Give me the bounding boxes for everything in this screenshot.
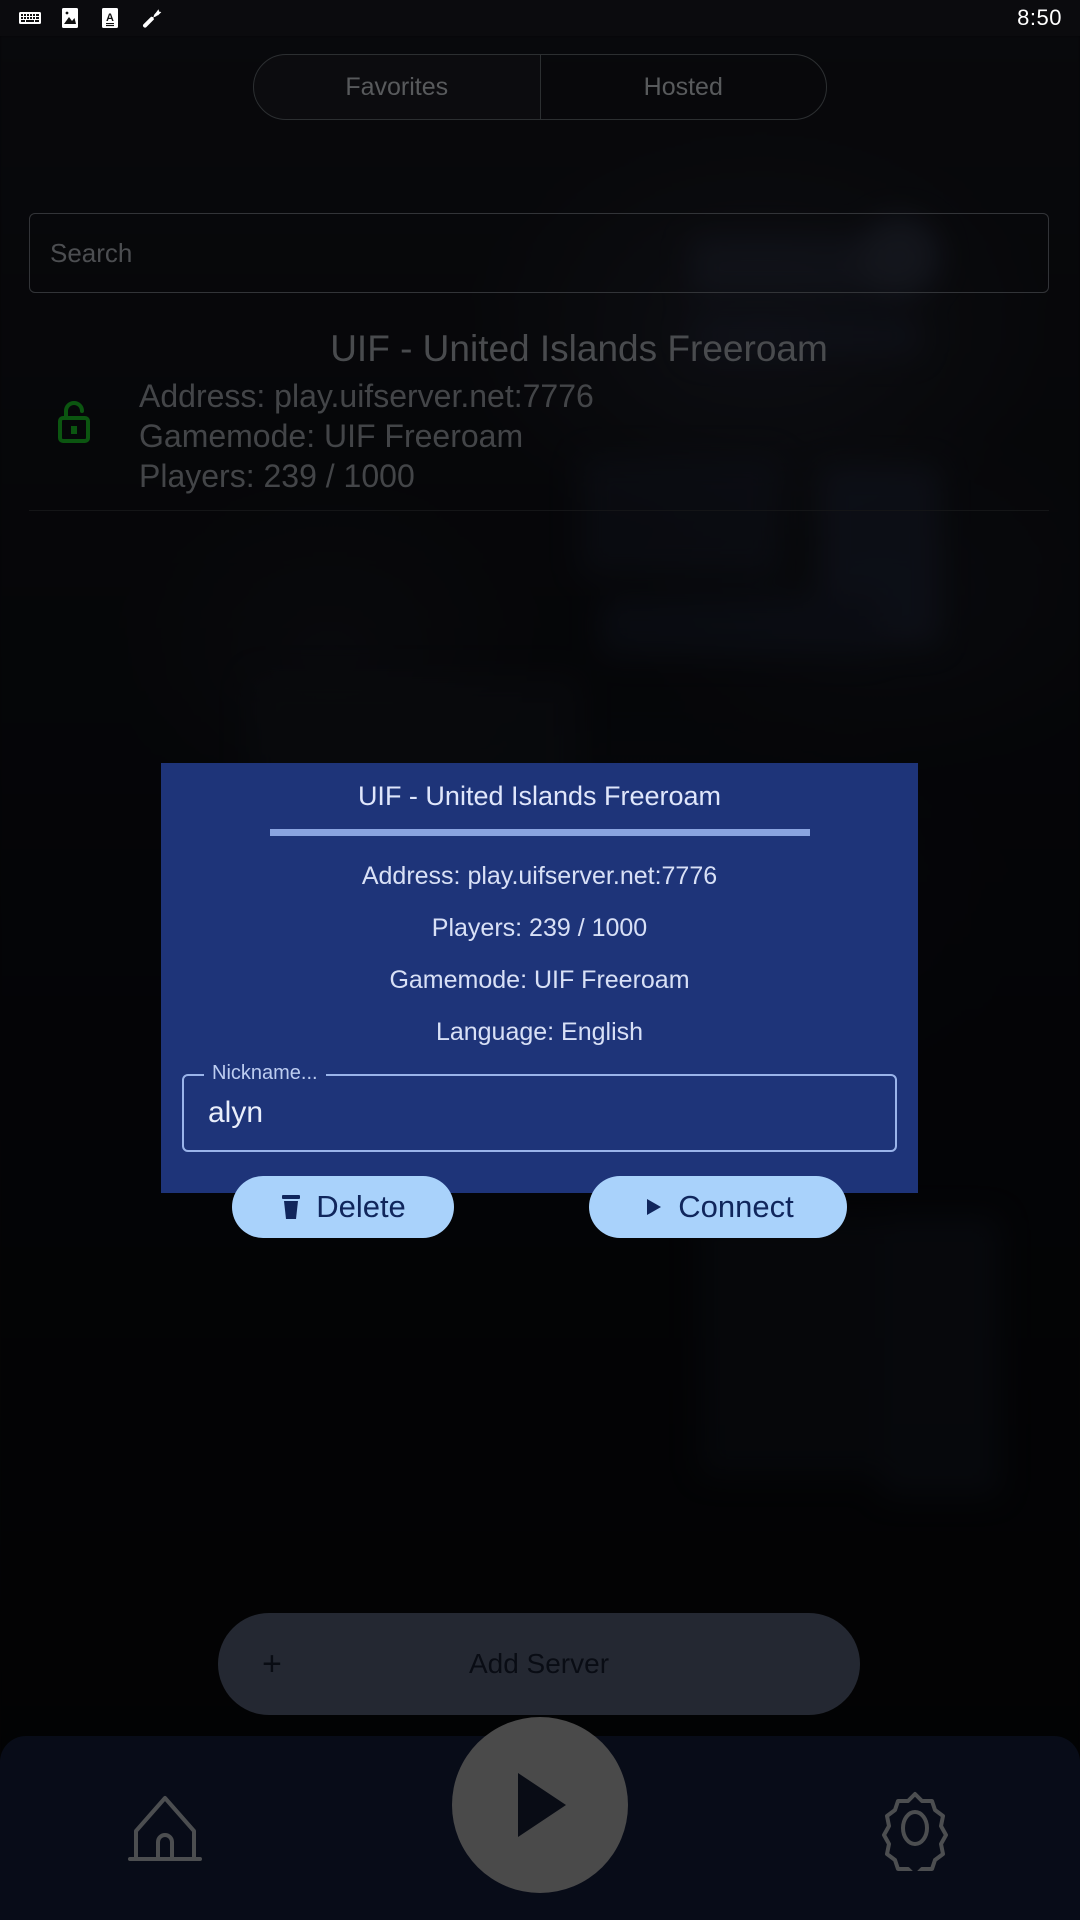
- dialog-title: UIF - United Islands Freeroam: [357, 781, 722, 811]
- app-screen: Favorites Hosted Search UIF - United Isl…: [0, 0, 1080, 1920]
- text-format-icon: A: [102, 8, 118, 28]
- connect-label: Connect: [678, 1189, 794, 1224]
- nickname-label: Nickname...: [204, 1062, 326, 1085]
- status-bar: A 8:50: [0, 0, 1080, 36]
- dialog-address: Address: play.uifserver.net:7776: [361, 862, 718, 890]
- nickname-field[interactable]: Nickname... alyn: [182, 1062, 897, 1152]
- dialog-language: Language: English: [435, 1018, 644, 1046]
- trash-icon: [282, 1195, 301, 1219]
- status-bar-clock: 8:50: [1017, 5, 1062, 30]
- wrench-icon: [143, 9, 162, 28]
- server-detail-dialog: UIF - United Islands Freeroam Address: p…: [161, 763, 918, 1238]
- svg-text:A: A: [106, 12, 114, 24]
- status-bar-icons: A: [18, 6, 162, 30]
- play-triangle-icon: [647, 1199, 662, 1215]
- delete-button[interactable]: Delete: [232, 1176, 454, 1238]
- connect-button[interactable]: Connect: [589, 1176, 847, 1238]
- keyboard-icon: [19, 12, 41, 24]
- nickname-value: alyn: [208, 1096, 264, 1129]
- dialog-players: Players: 239 / 1000: [431, 914, 648, 942]
- delete-label: Delete: [316, 1189, 406, 1224]
- dialog-gamemode: Gamemode: UIF Freeroam: [389, 966, 690, 994]
- image-icon: [62, 8, 78, 28]
- dialog-actions: Delete Connect: [232, 1176, 847, 1238]
- dialog-divider: [269, 829, 810, 836]
